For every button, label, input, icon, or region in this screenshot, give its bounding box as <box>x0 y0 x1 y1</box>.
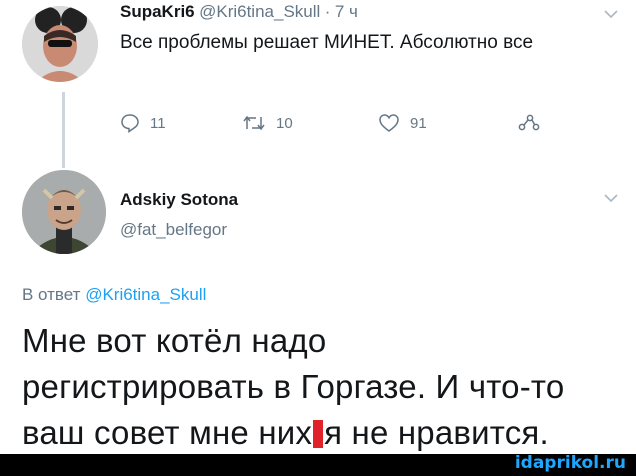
tweet-header: SupaKri6 @Kri6tina_Skull · 7 ч <box>120 2 358 22</box>
avatar[interactable] <box>22 6 98 82</box>
separator-dot: · <box>324 2 331 21</box>
like-count: 91 <box>410 114 427 132</box>
tweet-text-line: регистрировать в Горгазе. И что-то <box>22 368 565 405</box>
watermark: idaprikol.ru <box>514 453 626 473</box>
reply-prefix: В ответ <box>22 285 81 304</box>
reply-to-line: В ответ @Kri6tina_Skull <box>22 285 206 305</box>
like-icon <box>379 114 399 132</box>
tweet-text: Мне вот котёл надо регистрировать в Горг… <box>22 318 622 456</box>
share-icon <box>518 114 540 131</box>
author-handle[interactable]: @Kri6tina_Skull <box>199 2 320 21</box>
like-button[interactable]: 91 <box>378 113 518 133</box>
tweet-text-line: Мне вот котёл надо <box>22 322 327 359</box>
tweet-actions: 11 10 91 <box>120 110 540 136</box>
chevron-down-icon[interactable] <box>604 6 618 22</box>
reply-button[interactable]: 11 <box>120 113 242 133</box>
retweet-count: 10 <box>276 114 293 132</box>
author-name[interactable]: Adskiy Sotona <box>120 190 238 210</box>
avatar-image <box>22 6 98 82</box>
tweet-text-fragment: я не нравится. <box>324 414 549 451</box>
tweet-text-line: ваш совет мне них я не нравится. <box>22 410 622 456</box>
tweet-text-fragment: ваш совет мне них <box>22 414 313 451</box>
author-name[interactable]: SupaKri6 <box>120 2 195 21</box>
reply-icon <box>121 114 139 133</box>
censor-mark <box>313 420 324 448</box>
avatar-image <box>22 170 106 254</box>
timestamp[interactable]: 7 ч <box>335 2 358 21</box>
retweet-icon <box>243 115 265 131</box>
tweet-text: Все проблемы решает МИНЕТ. Абсолютно все <box>120 32 534 53</box>
chevron-down-icon[interactable] <box>604 190 618 206</box>
avatar[interactable] <box>22 170 106 254</box>
thread-line <box>62 92 65 168</box>
reply-count: 11 <box>150 114 166 132</box>
retweet-button[interactable]: 10 <box>242 113 378 133</box>
share-button[interactable] <box>518 113 540 133</box>
reply-to-handle[interactable]: @Kri6tina_Skull <box>85 285 206 304</box>
author-handle[interactable]: @fat_belfegor <box>120 220 227 240</box>
